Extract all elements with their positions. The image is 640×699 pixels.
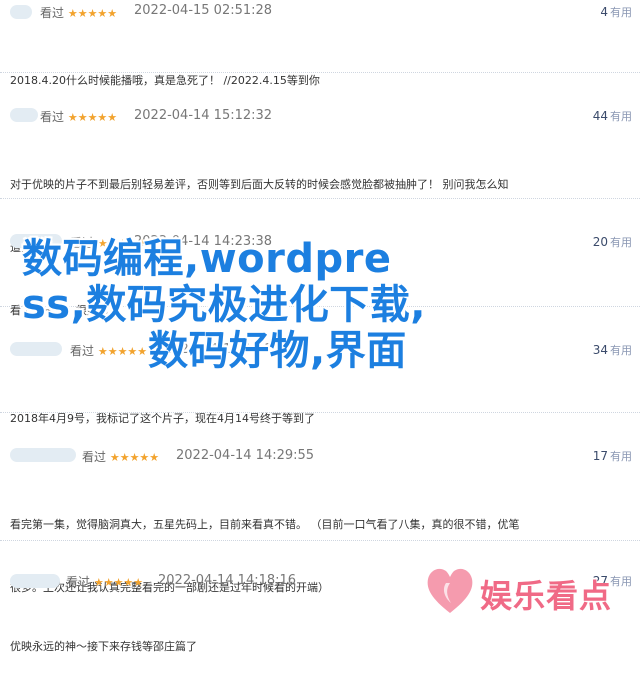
overlay-title-line: 数码编程,wordpre bbox=[22, 236, 392, 282]
watermark: 娱乐看点 bbox=[424, 557, 634, 621]
review-text-line: 2018.4.20什么时候能播哦，真是急死了！ //2022.4.15等到你 bbox=[10, 74, 320, 87]
watched-label: 看过 bbox=[82, 450, 107, 464]
watched-label: 看过 bbox=[66, 575, 91, 589]
useful-count[interactable]: 20 有用 bbox=[593, 234, 632, 250]
user-avatar[interactable] bbox=[10, 574, 60, 588]
rating-stars: ★★★★★ bbox=[109, 451, 160, 464]
user-avatar[interactable] bbox=[10, 108, 38, 122]
thumbs-up-icon[interactable]: 有用 bbox=[610, 6, 632, 19]
divider bbox=[0, 72, 640, 73]
divider bbox=[0, 198, 640, 199]
review-date: 2022-04-14 14:29:55 bbox=[176, 448, 315, 463]
divider bbox=[0, 540, 640, 541]
rating-stars: ★★★★★ bbox=[67, 111, 118, 124]
review-date: 2022-04-15 02:51:28 bbox=[134, 3, 273, 18]
thumbs-up-icon[interactable]: 有用 bbox=[610, 344, 632, 357]
useful-count[interactable]: 34 有用 bbox=[593, 342, 632, 358]
thumbs-up-icon[interactable]: 有用 bbox=[610, 450, 632, 463]
overlay-title-line: ss,数码究极进化下载, bbox=[22, 282, 427, 328]
review-text-line: 优映永远的神～接下来存钱等邵庄篇了 bbox=[10, 640, 197, 653]
overlay-title-line: 数码好物,界面 bbox=[148, 328, 407, 374]
heart-logo-icon bbox=[427, 568, 473, 613]
user-avatar[interactable] bbox=[10, 448, 76, 462]
user-avatar[interactable] bbox=[10, 5, 32, 19]
useful-count[interactable]: 4 有用 bbox=[600, 4, 632, 20]
watermark-text: 娱乐看点 bbox=[480, 577, 613, 615]
thumbs-up-icon[interactable]: 有用 bbox=[610, 236, 632, 249]
review-date: 2022-04-14 15:12:32 bbox=[134, 108, 273, 123]
rating-stars: ★★★★★ bbox=[93, 576, 144, 589]
review-text-line: 看完第一集，觉得脑洞真大，五星先码上，目前来看真不错。 （目前一口气看了八集，真… bbox=[10, 518, 520, 531]
rating-stars: ★★★★★ bbox=[67, 7, 118, 20]
divider bbox=[0, 412, 640, 413]
watched-label: 看过 bbox=[40, 6, 65, 20]
review-date: 2022-04-14 14:18:16 bbox=[158, 573, 297, 588]
overlay-title: 数码编程,wordpre ss,数码究极进化下载, 数码好物,界面 bbox=[22, 236, 542, 374]
watched-label: 看过 bbox=[40, 110, 65, 124]
useful-count[interactable]: 17 有用 bbox=[593, 448, 632, 464]
thumbs-up-icon[interactable]: 有用 bbox=[610, 110, 632, 123]
review-text-line: 对于优映的片子不到最后别轻易差评，否则等到后面大反转的时候会感觉脸都被抽肿了！ … bbox=[10, 178, 509, 191]
useful-count[interactable]: 44 有用 bbox=[593, 108, 632, 124]
